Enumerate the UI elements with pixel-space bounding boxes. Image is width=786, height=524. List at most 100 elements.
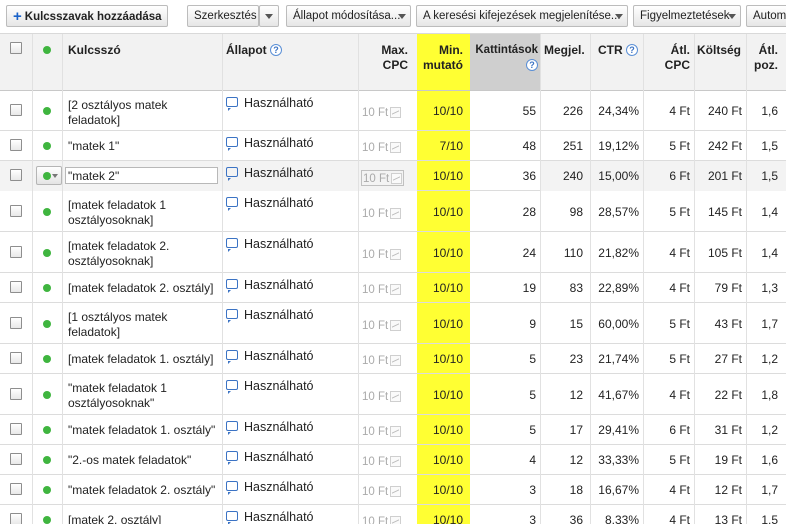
row-checkbox[interactable] [10,169,22,181]
row-checkbox[interactable] [10,104,22,116]
speech-bubble-icon[interactable] [226,167,238,181]
add-keywords-button[interactable]: + Kulcsszavak hozzáadása [6,5,168,27]
keyword-status[interactable]: Használható [226,450,314,465]
header-avg-cpc[interactable]: Átl. CPC [646,43,690,73]
header-impressions[interactable]: Megjel. [544,43,585,57]
keyword-status[interactable]: Használható [226,166,314,181]
max-cpc-value[interactable]: 10 Ft [362,247,402,261]
edit-dropdown-button[interactable] [259,5,279,27]
row-checkbox[interactable] [10,513,22,524]
chart-icon[interactable] [390,426,402,437]
keyword-text[interactable]: "matek 1" [68,139,220,154]
keyword-text[interactable]: [matek feladatok 2. osztály] [68,281,220,296]
chart-icon[interactable] [390,249,402,260]
chart-icon[interactable] [390,355,402,366]
keyword-status[interactable]: Használható [226,379,314,394]
keyword-text[interactable]: "2.-os matek feladatok" [68,453,220,468]
max-cpc-value[interactable]: 10 Ft [362,424,402,438]
keyword-text[interactable]: [matek 2. osztály] [68,513,220,524]
automate-button[interactable]: Automa [746,5,786,27]
max-cpc-value[interactable]: 10 Ft [362,353,402,367]
max-cpc-value[interactable]: 10 Ft [362,389,402,403]
keyword-text[interactable]: "matek 2" [68,169,220,184]
header-ctr[interactable]: CTR ? [598,43,639,57]
help-icon[interactable]: ? [526,59,538,71]
keyword-text[interactable]: [matek feladatok 1 osztályosoknak] [68,198,220,228]
chart-icon[interactable] [390,516,402,524]
speech-bubble-icon[interactable] [226,97,238,111]
keyword-status[interactable]: Használható [226,480,314,495]
keyword-status[interactable]: Használható [226,308,314,323]
alerts-button[interactable]: Figyelmeztetések [633,5,741,27]
max-cpc-value[interactable]: 10 Ft [362,140,402,154]
chart-icon[interactable] [390,486,402,497]
keyword-text[interactable]: "matek feladatok 1 osztályosoknak" [68,381,220,411]
max-cpc-value[interactable]: 10 Ft [362,282,402,296]
chart-icon[interactable] [390,456,402,467]
keyword-status[interactable]: Használható [226,278,314,293]
speech-bubble-icon[interactable] [226,238,238,252]
max-cpc-value[interactable]: 10 Ft [362,514,402,524]
speech-bubble-icon[interactable] [226,380,238,394]
speech-bubble-icon[interactable] [226,279,238,293]
max-cpc-value[interactable]: 10 Ft [361,170,405,186]
row-checkbox[interactable] [10,352,22,364]
speech-bubble-icon[interactable] [226,309,238,323]
speech-bubble-icon[interactable] [226,197,238,211]
row-checkbox[interactable] [10,317,22,329]
max-cpc-value[interactable]: 10 Ft [362,206,402,220]
header-cost[interactable]: Költség [697,43,741,57]
max-cpc-value[interactable]: 10 Ft [362,454,402,468]
chart-icon[interactable] [390,284,402,295]
chart-icon[interactable] [390,320,402,331]
speech-bubble-icon[interactable] [226,451,238,465]
speech-bubble-icon[interactable] [226,350,238,364]
help-icon[interactable]: ? [270,44,283,56]
keyword-status[interactable]: Használható [226,420,314,435]
speech-bubble-icon[interactable] [226,421,238,435]
speech-bubble-icon[interactable] [226,511,238,524]
header-clicks[interactable]: Kattintások ? [470,43,538,73]
row-checkbox[interactable] [10,483,22,495]
chart-icon[interactable] [391,173,403,184]
keyword-text[interactable]: [2 osztályos matek feladatok] [68,98,220,128]
max-cpc-value[interactable]: 10 Ft [362,105,402,119]
change-status-button[interactable]: Állapot módosítása... [286,5,411,27]
row-checkbox[interactable] [10,281,22,293]
keyword-status[interactable]: Használható [226,349,314,364]
keyword-status[interactable]: Használható [226,136,314,151]
keyword-text[interactable]: "matek feladatok 2. osztály" [68,483,220,498]
chart-icon[interactable] [390,391,402,402]
keyword-status[interactable]: Használható [226,510,314,524]
row-checkbox[interactable] [10,423,22,435]
row-checkbox[interactable] [10,205,22,217]
header-keyword[interactable]: Kulcsszó [68,43,121,57]
keyword-status[interactable]: Használható [226,196,314,211]
header-max-cpc[interactable]: Max. CPC [366,43,408,73]
chart-icon[interactable] [390,142,402,153]
max-cpc-value[interactable]: 10 Ft [362,484,402,498]
keyword-text[interactable]: [matek feladatok 1. osztály] [68,352,220,367]
help-icon[interactable]: ? [626,44,639,56]
row-checkbox[interactable] [10,246,22,258]
row-checkbox[interactable] [10,453,22,465]
keyword-status[interactable]: Használható [226,237,314,252]
edit-button[interactable]: Szerkesztés [187,5,259,27]
keyword-text[interactable]: "matek feladatok 1. osztály" [68,423,220,438]
row-checkbox[interactable] [10,388,22,400]
keyword-text[interactable]: [matek feladatok 2. osztályosoknak] [68,239,220,269]
show-search-terms-button[interactable]: A keresési kifejezések megjelenítése... [416,5,628,27]
header-status[interactable]: Állapot ? [226,43,283,57]
select-all-checkbox[interactable] [10,42,22,54]
max-cpc-value[interactable]: 10 Ft [362,318,402,332]
header-min-score[interactable]: Min. mutató [417,43,463,73]
header-avg-pos[interactable]: Átl. poz. [750,43,778,73]
keyword-status[interactable]: Használható [226,96,314,111]
keyword-text[interactable]: [1 osztályos matek feladatok] [68,310,220,340]
speech-bubble-icon[interactable] [226,481,238,495]
chart-icon[interactable] [390,208,402,219]
chart-icon[interactable] [390,107,402,118]
row-checkbox[interactable] [10,139,22,151]
status-dropdown-button[interactable] [36,166,62,185]
speech-bubble-icon[interactable] [226,137,238,151]
